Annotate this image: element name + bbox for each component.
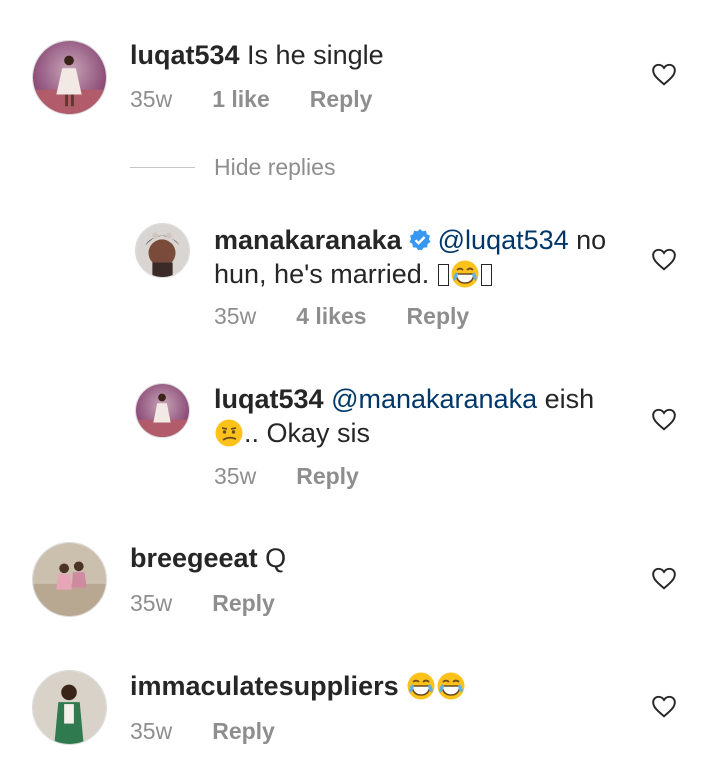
timestamp[interactable]: 35w [214,303,256,330]
comment-text: luqat534 @manakaranaka eish .. Okay sis [214,382,594,450]
heart-icon[interactable] [651,62,677,86]
comment-body-line1: no [568,225,607,255]
avatar[interactable] [135,383,190,438]
reply-button[interactable]: Reply [212,718,275,745]
avatar[interactable] [32,670,107,745]
avatar[interactable] [135,223,190,278]
likes-count[interactable]: 4 likes [296,303,366,330]
heart-icon[interactable] [651,566,677,590]
comment-meta: 35w Reply [214,463,359,490]
verified-badge-icon [409,229,431,251]
comment-meta: 35w Reply [130,590,275,617]
reply-button[interactable]: Reply [407,303,470,330]
heart-icon[interactable] [651,247,677,271]
mention-link[interactable]: @luqat534 [438,225,569,255]
tears-of-joy-emoji-icon [437,672,465,700]
missing-glyph-icon [437,264,449,286]
avatar[interactable] [32,542,107,617]
comment-meta: 35w 4 likes Reply [214,303,469,330]
likes-count[interactable]: 1 like [212,86,270,113]
timestamp[interactable]: 35w [130,86,172,113]
heart-icon[interactable] [651,694,677,718]
avatar[interactable] [32,40,107,115]
username[interactable]: immaculatesuppliers [130,671,399,701]
comment-body: Q [257,543,287,573]
reply-button[interactable]: Reply [310,86,373,113]
username[interactable]: luqat534 [214,384,324,414]
comment-body-line2: .. Okay sis [244,418,371,448]
hide-replies-button[interactable]: Hide replies [214,154,335,181]
reply-button[interactable]: Reply [212,590,275,617]
comment-text: luqat534 Is he single [130,38,384,72]
tears-of-joy-emoji-icon [407,672,435,700]
comment-body: Is he single [239,40,384,70]
comment-text: immaculatesuppliers [130,669,466,703]
timestamp[interactable]: 35w [214,463,256,490]
hide-replies-line [130,167,195,168]
comment-text: breegeeat Q [130,541,286,575]
missing-glyph-icon [480,264,492,286]
timestamp[interactable]: 35w [130,718,172,745]
confused-face-emoji-icon [215,419,243,447]
tears-of-joy-emoji-icon [451,260,479,288]
comment-meta: 35w Reply [130,718,275,745]
reply-button[interactable]: Reply [296,463,359,490]
mention-link[interactable]: @manakaranaka [331,384,537,414]
comment-meta: 35w 1 like Reply [130,86,372,113]
username[interactable]: breegeeat [130,543,258,573]
comment-body-line2: hun, he's married. [214,259,437,289]
comment-body-line1: eish [537,384,595,414]
timestamp[interactable]: 35w [130,590,172,617]
username[interactable]: manakaranaka [214,225,402,255]
comment-text: manakaranaka @luqat534 no hun, he's marri… [214,223,606,291]
heart-icon[interactable] [651,407,677,431]
username[interactable]: luqat534 [130,40,240,70]
